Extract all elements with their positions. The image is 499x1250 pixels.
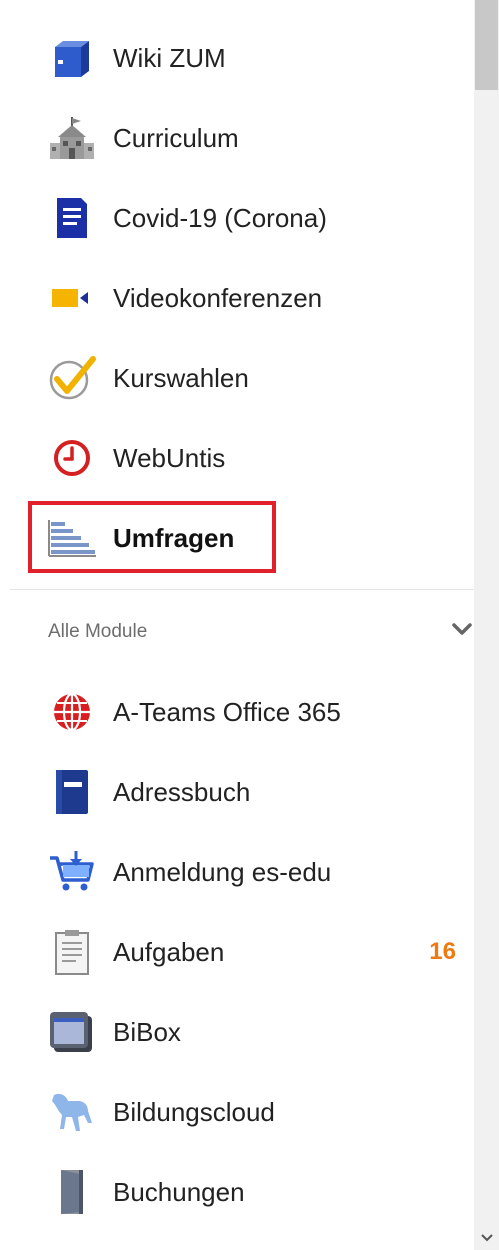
scroll-down-arrow-icon[interactable] [480,1230,494,1248]
menu-item-label: Curriculum [113,122,239,153]
menu-item-label: Aufgaben [113,936,225,967]
horse-icon [46,1086,98,1138]
section-label: Alle Module [48,621,148,642]
video-camera-icon [46,272,98,324]
menu-item-wiki-zum[interactable]: Wiki ZUM [0,18,474,98]
school-building-icon [46,112,98,164]
menu-item-label: Buchungen [113,1176,245,1207]
menu-item-label: BiBox [113,1016,181,1047]
scrollbar-thumb[interactable] [475,0,498,90]
menu-item-covid-19[interactable]: Covid-19 (Corona) [0,178,474,258]
menu-item-label: Anmeldung es-edu [113,856,332,887]
menu-item-adressbuch[interactable]: Adressbuch [0,752,474,832]
clock-icon [46,432,98,484]
door-icon [46,1166,98,1218]
clipboard-icon [46,926,98,978]
side-menu-panel: Wiki ZUM Curriculum Covid-19 (Corona) Vi… [0,0,499,1250]
menu-item-label: A-Teams Office 365 [113,696,341,727]
menu-item-buchungen[interactable]: Buchungen [0,1152,474,1232]
divider [10,589,474,590]
globe-icon [46,686,98,738]
menu-item-label: Covid-19 (Corona) [113,202,327,233]
vertical-scrollbar[interactable] [474,0,499,1250]
menu-item-curriculum[interactable]: Curriculum [0,98,474,178]
menu-item-videokonferenzen[interactable]: Videokonferenzen [0,258,474,338]
section-header-alle-module[interactable]: Alle Module [0,604,474,660]
menu-item-bildungscloud[interactable]: Bildungscloud [0,1072,474,1152]
menu-item-anmeldung-es-edu[interactable]: Anmeldung es-edu [0,832,474,912]
menu-item-umfragen[interactable]: Umfragen [0,498,474,578]
document-icon [46,192,98,244]
menu-item-label: Adressbuch [113,776,251,807]
checkmark-circle-icon [46,352,98,404]
shopping-cart-icon [46,846,98,898]
window-box-icon [46,1006,98,1058]
menu-item-label: WebUntis [113,442,226,473]
chevron-down-icon[interactable] [452,622,472,641]
menu-item-webuntis[interactable]: WebUntis [0,418,474,498]
menu-item-label: Bildungscloud [113,1096,275,1127]
menu-item-label: Wiki ZUM [113,42,226,73]
book-icon [46,32,98,84]
task-count-badge: 16 [429,938,456,965]
address-book-icon [46,766,98,818]
menu-item-a-teams-office-365[interactable]: A-Teams Office 365 [0,672,474,752]
bar-chart-icon [46,512,98,564]
menu-item-label: Umfragen [113,522,235,553]
menu-item-label: Kurswahlen [113,362,249,393]
menu-item-aufgaben[interactable]: Aufgaben 16 [0,912,474,992]
menu-item-label: Videokonferenzen [113,282,323,313]
menu-item-kurswahlen[interactable]: Kurswahlen [0,338,474,418]
menu-item-bibox[interactable]: BiBox [0,992,474,1072]
